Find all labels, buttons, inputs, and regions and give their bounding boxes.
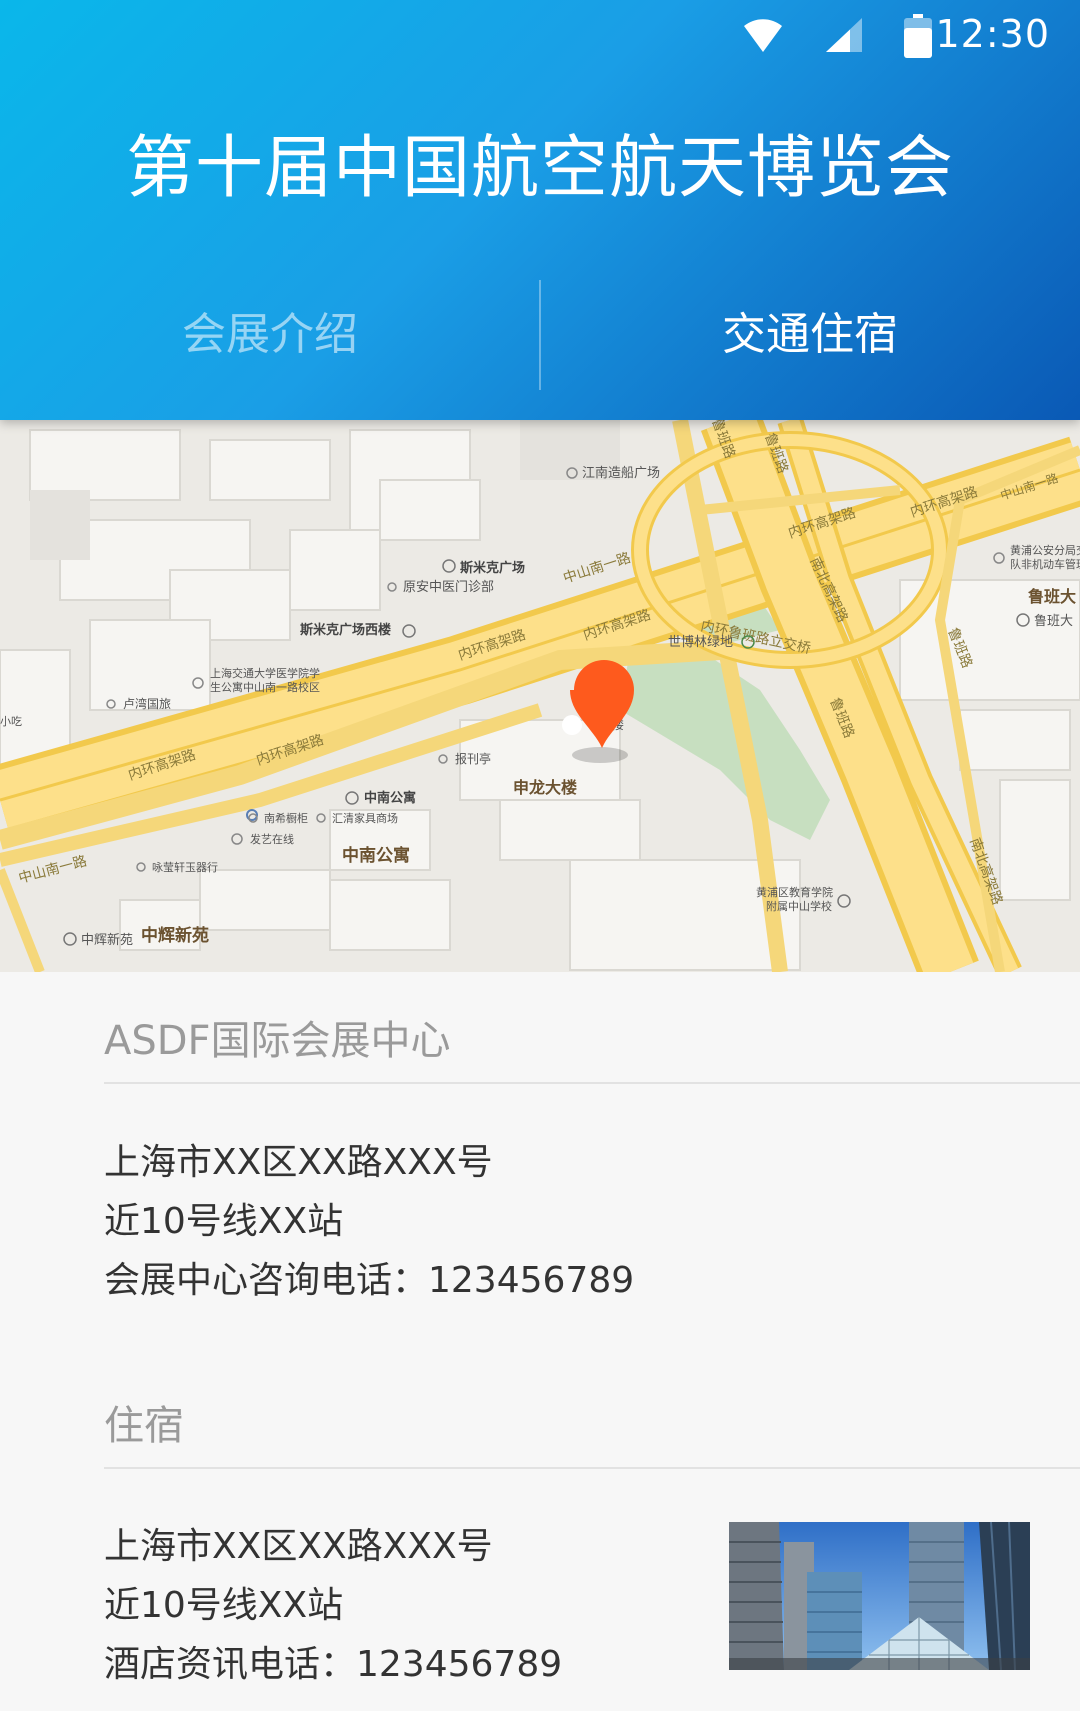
- venue-divider: [104, 1082, 1080, 1084]
- app-screen: 12:30 第十届中国航空航天博览会 会展介绍 交通住宿 内环高架路 内环高架路…: [0, 0, 1080, 1711]
- header: 12:30 第十届中国航空航天博览会 会展介绍 交通住宿: [0, 0, 1080, 420]
- poi-label: 南希橱柜: [264, 811, 308, 825]
- poi-label: 中辉新苑: [141, 925, 209, 946]
- venue-title: ASDF国际会展中心: [104, 1018, 451, 1064]
- poi-label: 生公寓中山南一路校区: [210, 680, 320, 694]
- poi-label: 咏莹轩玉器行: [152, 860, 218, 874]
- lodging-phone[interactable]: 酒店资讯电话：123456789: [104, 1635, 562, 1687]
- poi-label: 黄浦公安分局交: [1010, 543, 1080, 557]
- wifi-icon: [744, 19, 782, 53]
- poi-label: 鲁班大: [1027, 587, 1076, 606]
- lodging-divider: [104, 1467, 1080, 1469]
- tab-transport-lodging[interactable]: 交通住宿: [540, 270, 1080, 390]
- poi-label: 江南造船广场: [582, 465, 660, 481]
- poi-label: 斯米克广场西楼: [300, 622, 391, 638]
- poi-label: 汇清家具商场: [332, 811, 398, 825]
- map-canvas[interactable]: 内环高架路 内环高架路 内环高架路 内环高架路 内环高架路 内环高架路 中山南一…: [0, 420, 1080, 972]
- poi-label: 发艺在线: [250, 832, 294, 846]
- poi-label: 原安中医门诊部: [403, 580, 494, 595]
- poi-label: 中辉新苑: [81, 932, 133, 948]
- poi-label: 斯米克广场: [460, 560, 525, 576]
- status-bar: 12:30: [660, 0, 1080, 78]
- lodging-station: 近10号线XX站: [104, 1585, 344, 1626]
- poi-label: 世博林绿地: [668, 635, 733, 650]
- battery-icon: [904, 14, 932, 58]
- hotel-image[interactable]: [729, 1522, 1030, 1670]
- poi-label: 申龙大楼: [513, 778, 577, 797]
- poi-label: 小吃: [0, 715, 22, 728]
- poi-label: 报刊亭: [455, 751, 491, 766]
- poi-label: 中南公寓: [342, 845, 410, 866]
- poi-label: 黄浦区教育学院: [756, 885, 833, 899]
- status-time: 12:30: [935, 12, 1050, 56]
- poi-label: 卢湾国旅: [123, 696, 171, 711]
- poi-label: 鲁班大: [1034, 614, 1073, 629]
- tab-divider: [539, 280, 541, 390]
- venue-station: 近10号线XX站: [104, 1201, 344, 1242]
- lodging-title: 住宿: [104, 1403, 184, 1449]
- venue-phone[interactable]: 会展中心咨询电话：123456789: [104, 1251, 634, 1303]
- poi-label: 中南公寓: [364, 790, 416, 806]
- lodging-address: 上海市XX区XX路XXX号: [104, 1526, 493, 1567]
- poi-label: 上海交通大学医学院学: [210, 666, 320, 680]
- signal-icon: [826, 18, 862, 52]
- tab-exhibition-intro[interactable]: 会展介绍: [0, 270, 540, 390]
- poi-label: 附属中山学校: [766, 899, 832, 913]
- tab-bar: 会展介绍 交通住宿: [0, 270, 1080, 390]
- page-title: 第十届中国航空航天博览会: [125, 129, 954, 208]
- map-view[interactable]: 内环高架路 内环高架路 内环高架路 内环高架路 内环高架路 内环高架路 中山南一…: [0, 420, 1080, 972]
- poi-label: 队非机动车管理: [1010, 557, 1080, 571]
- venue-address: 上海市XX区XX路XXX号: [104, 1142, 493, 1183]
